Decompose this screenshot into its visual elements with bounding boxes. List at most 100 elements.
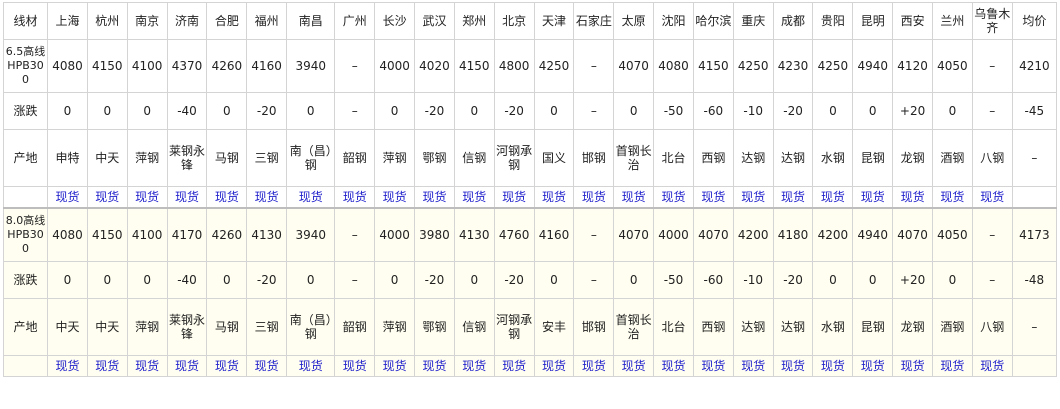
price-cell: 3980	[414, 207, 455, 262]
spot-row: 现货 现货 现货 现货 现货 现货 现货 现货 现货 现货 现货 现货 现货 现货 现货 现货 现货 现货 现货 现货…	[2, 355, 1058, 377]
spot-link[interactable]: 现货	[582, 359, 606, 373]
spot-link[interactable]: 现货	[255, 190, 279, 204]
spot-link[interactable]: 现货	[901, 190, 925, 204]
spot-link[interactable]: 现货	[821, 359, 845, 373]
spot-link[interactable]: 现货	[701, 359, 725, 373]
spot-link[interactable]: 现货	[940, 359, 964, 373]
spot-link[interactable]: 现货	[741, 190, 765, 204]
change-cell: 0	[126, 92, 168, 130]
change-cell: 0	[47, 92, 88, 130]
spot-link[interactable]: 现货	[781, 359, 805, 373]
header-city: 石家庄	[573, 2, 615, 40]
spot-link[interactable]: 现货	[502, 359, 526, 373]
change-cell: 0	[126, 261, 168, 299]
change-cell: -40	[166, 261, 208, 299]
spot-link[interactable]: 现货	[622, 359, 646, 373]
spot-link[interactable]: 现货	[701, 190, 725, 204]
change-cell: -20	[414, 92, 455, 130]
price-cell: 4080	[653, 39, 694, 93]
spot-link[interactable]: 现货	[95, 359, 119, 373]
change-average: -48	[1011, 261, 1058, 299]
spot-link[interactable]: 现货	[542, 190, 566, 204]
spot-cell: 现货	[206, 355, 248, 377]
change-cell: –	[334, 92, 376, 130]
change-cell: 0	[613, 261, 655, 299]
spot-link[interactable]: 现货	[502, 190, 526, 204]
spot-cell: 现货	[166, 355, 208, 377]
spot-link[interactable]: 现货	[622, 190, 646, 204]
spot-cell: 现货	[653, 186, 694, 209]
spot-cell: 现货	[246, 186, 288, 209]
spot-link[interactable]: 现货	[980, 190, 1004, 204]
spot-link[interactable]: 现货	[980, 359, 1004, 373]
price-cell: 4050	[932, 207, 973, 262]
origin-average: –	[1011, 129, 1058, 187]
spot-link[interactable]: 现货	[422, 190, 446, 204]
origin-cell: 中天	[47, 298, 88, 356]
spot-link[interactable]: 现货	[462, 359, 486, 373]
price-cell: 4160	[246, 39, 288, 93]
price-cell: 4100	[126, 207, 168, 262]
header-city: 兰州	[932, 2, 973, 40]
change-cell: 0	[286, 261, 336, 299]
price-cell: –	[573, 207, 615, 262]
origin-cell: 国义	[533, 129, 575, 187]
spot-link[interactable]: 现货	[861, 359, 885, 373]
spot-link[interactable]: 现货	[422, 359, 446, 373]
spot-cell: 现货	[286, 186, 336, 209]
header-city: 昆明	[852, 2, 894, 40]
spot-link[interactable]: 现货	[215, 359, 239, 373]
change-cell: -20	[246, 92, 288, 130]
change-cell: +20	[892, 261, 933, 299]
origin-cell: 首钢长治	[613, 129, 655, 187]
spot-cell: 现货	[47, 186, 88, 209]
price-cell: 4070	[892, 207, 933, 262]
spot-link[interactable]: 现货	[55, 190, 79, 204]
spot-link[interactable]: 现货	[299, 190, 323, 204]
spot-link[interactable]: 现货	[781, 190, 805, 204]
spot-link[interactable]: 现货	[215, 190, 239, 204]
spot-link[interactable]: 现货	[542, 359, 566, 373]
change-row: 涨跌 0 0 0 -40 0 -20 0–0 -20 0 -20 0–0 -50 -60 -10 -20 0 0 +…	[2, 261, 1058, 299]
spot-link[interactable]: 现货	[343, 359, 367, 373]
spot-link[interactable]: 现货	[462, 190, 486, 204]
spot-link[interactable]: 现货	[255, 359, 279, 373]
price-cell: –	[334, 207, 376, 262]
spot-link[interactable]: 现货	[383, 359, 407, 373]
spot-link[interactable]: 现货	[940, 190, 964, 204]
header-city: 郑州	[453, 2, 495, 40]
spot-link[interactable]: 现货	[821, 190, 845, 204]
origin-cell: 达钢	[732, 129, 774, 187]
spot-link[interactable]: 现货	[135, 190, 159, 204]
spot-link[interactable]: 现货	[299, 359, 323, 373]
spot-link[interactable]: 现货	[662, 190, 686, 204]
price-cell: 4070	[692, 207, 734, 262]
origin-cell: 信钢	[453, 298, 495, 356]
price-cell: –	[971, 39, 1013, 93]
header-city: 长沙	[374, 2, 416, 40]
header-row: 线材 上海 杭州 南京 济南 合肥 福州 南昌 广州 长沙 武汉 郑州 北京 天津 石家庄 太原 沈阳 哈尔滨重…	[2, 2, 1058, 40]
origin-row: 产地 中天 中天 萍钢 莱钢永锋 马钢 三钢 南（昌）钢 韶钢 萍钢 鄂钢 信钢 河钢承钢 安丰 邯钢 首钢长…	[2, 298, 1058, 356]
spot-link[interactable]: 现货	[901, 359, 925, 373]
price-cell: 4250	[533, 39, 575, 93]
change-average: -45	[1011, 92, 1058, 130]
spot-link[interactable]: 现货	[343, 190, 367, 204]
spot-link[interactable]: 现货	[662, 359, 686, 373]
spot-link[interactable]: 现货	[175, 190, 199, 204]
spot-link[interactable]: 现货	[95, 190, 119, 204]
spot-link[interactable]: 现货	[861, 190, 885, 204]
spot-link[interactable]: 现货	[135, 359, 159, 373]
change-cell: -10	[732, 261, 774, 299]
header-city: 西安	[892, 2, 933, 40]
spot-link[interactable]: 现货	[55, 359, 79, 373]
header-city: 沈阳	[653, 2, 694, 40]
origin-cell: 八钢	[971, 298, 1013, 356]
spot-link[interactable]: 现货	[582, 190, 606, 204]
spot-link[interactable]: 现货	[383, 190, 407, 204]
spot-link[interactable]: 现货	[175, 359, 199, 373]
price-average: 4210	[1011, 39, 1058, 93]
change-cell: -60	[692, 92, 734, 130]
spot-link[interactable]: 现货	[741, 359, 765, 373]
price-cell: 4150	[86, 207, 128, 262]
header-city: 武汉	[414, 2, 455, 40]
